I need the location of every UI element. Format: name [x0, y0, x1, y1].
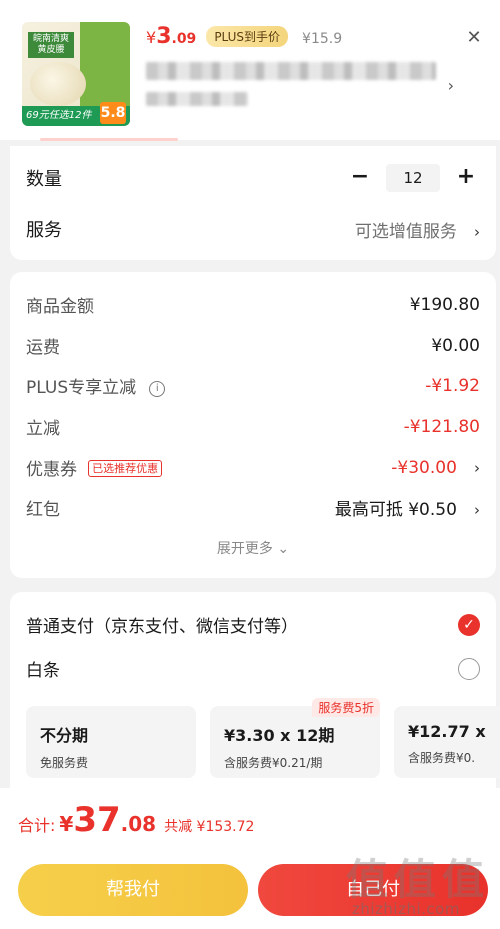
service-value: 可选增值服务: [354, 221, 457, 242]
decrease-quantity-button[interactable]: −: [346, 164, 374, 192]
shipping-row: 运费 ¥0.00: [26, 333, 480, 359]
chevron-right-icon: ›: [474, 458, 480, 477]
red-packet-row[interactable]: 红包 最高可抵 ¥0.50 ›: [26, 495, 480, 520]
total-currency: ¥: [59, 812, 74, 836]
increase-quantity-button[interactable]: +: [452, 164, 480, 192]
service-row[interactable]: 服务 可选增值服务 ›: [26, 216, 480, 242]
plus-discount-value: -¥1.92: [425, 375, 480, 396]
red-packet-value: 最高可抵 ¥0.50: [334, 500, 457, 520]
watermark-char: 值: [442, 855, 485, 904]
plan-subtitle: 含服务费¥0.: [408, 751, 476, 765]
plan-subtitle: 含服务费¥0.21/期: [224, 756, 323, 770]
shipping-value: ¥0.00: [431, 335, 480, 356]
total-decimal: .08: [120, 812, 157, 836]
total-label: 合计:: [18, 816, 56, 835]
total-saved: 共减 ¥153.72: [164, 819, 255, 835]
goods-amount-row: 商品金额 ¥190.80: [26, 292, 480, 318]
plus-price-badge: PLUS到手价: [206, 25, 289, 47]
payment-normal-row[interactable]: 普通支付（京东支付、微信支付等） ✓: [26, 612, 480, 637]
payment-baitiao-row[interactable]: 白条: [26, 656, 480, 681]
price-details-card: 商品金额 ¥190.80 运费 ¥0.00 PLUS专享立减 i -¥1.92 …: [10, 272, 496, 578]
payment-baitiao-label: 白条: [26, 661, 60, 681]
quantity-stepper: − 12 +: [346, 164, 480, 192]
instant-discount-value: -¥121.80: [403, 416, 480, 437]
chevron-right-icon[interactable]: ›: [448, 76, 454, 95]
original-price: ¥15.9: [302, 31, 343, 47]
quantity-input[interactable]: 12: [386, 164, 440, 192]
plan-title: ¥3.30 x 12期: [224, 726, 335, 745]
plan-title: 不分期: [40, 726, 89, 745]
product-header: 皖南清爽 黄皮腰 69元任选12件 5.8 ¥ 3 .09 PLUS到手价 ¥1…: [0, 0, 500, 141]
instant-discount-row: 立减 -¥121.80: [26, 414, 480, 440]
product-price-line: ¥ 3 .09 PLUS到手价 ¥15.9: [146, 24, 343, 49]
quantity-label: 数量: [26, 169, 62, 190]
product-bag-label: 皖南清爽 黄皮腰: [28, 32, 74, 58]
chevron-down-icon: ⌄: [277, 541, 290, 557]
installment-plan-none[interactable]: 不分期 免服务费: [26, 706, 196, 778]
goods-amount-value: ¥190.80: [409, 294, 480, 315]
payment-normal-label: 普通支付（京东支付、微信支付等）: [26, 617, 298, 637]
watermark-url: zhizhizhi.com: [352, 900, 460, 918]
coupon-row[interactable]: 优惠券 已选推荐优惠 -¥30.00 ›: [26, 455, 480, 481]
plan-subtitle: 免服务费: [40, 756, 89, 770]
close-icon[interactable]: ✕: [464, 28, 484, 48]
chevron-right-icon: ›: [474, 222, 480, 241]
coupon-value: -¥30.00: [391, 457, 457, 478]
coupon-recommended-tag: 已选推荐优惠: [88, 460, 163, 477]
watermark-char: 值: [346, 855, 389, 904]
blurred-product-spec-line-1: [146, 62, 436, 80]
checked-radio-icon[interactable]: ✓: [458, 613, 480, 636]
expand-more-label: 展开更多: [216, 541, 273, 557]
quantity-service-card: 数量 − 12 + 服务 可选增值服务 ›: [10, 146, 496, 260]
chevron-right-icon: ›: [474, 501, 480, 519]
plus-discount-row: PLUS专享立减 i -¥1.92: [26, 373, 480, 399]
plus-discount-label: PLUS专享立减: [26, 378, 137, 398]
quantity-row: 数量 − 12 +: [26, 164, 480, 192]
instant-discount-label: 立减: [26, 419, 60, 439]
selected-tab-indicator: [40, 138, 178, 141]
watermark-char: 值: [394, 855, 437, 904]
total-integer: 37: [73, 800, 121, 840]
unchecked-radio-icon[interactable]: [458, 657, 480, 680]
price-currency: ¥: [146, 28, 157, 47]
expand-more-button[interactable]: 展开更多 ⌄: [10, 538, 496, 558]
blurred-product-spec-line-2: [146, 92, 248, 106]
help-pay-button[interactable]: 帮我付: [18, 864, 248, 916]
plan-discount-tag: 服务费5折: [312, 698, 380, 717]
total-line: 合计: ¥ 37 .08 共减 ¥153.72: [18, 800, 254, 840]
product-thumbnail[interactable]: 皖南清爽 黄皮腰 69元任选12件 5.8: [22, 22, 130, 126]
price-integer: 3: [156, 24, 172, 49]
coupon-label: 优惠券: [26, 460, 77, 480]
price-decimal: .09: [171, 31, 197, 47]
installment-plan-partial[interactable]: ¥12.77 x 含服务费¥0.: [394, 706, 500, 778]
shipping-label: 运费: [26, 338, 60, 358]
product-nuts-graphic: [30, 62, 86, 106]
product-promo-number: 5.8: [100, 102, 126, 124]
info-icon[interactable]: i: [149, 381, 166, 397]
goods-amount-label: 商品金额: [26, 297, 94, 317]
installment-plan-12[interactable]: 服务费5折 ¥3.30 x 12期 含服务费¥0.21/期: [210, 698, 380, 778]
plan-title: ¥12.77 x: [408, 722, 486, 741]
red-packet-label: 红包: [26, 500, 60, 520]
watermark: 值 值 值 zhizhizhi.com: [346, 846, 490, 920]
service-label: 服务: [26, 220, 62, 241]
